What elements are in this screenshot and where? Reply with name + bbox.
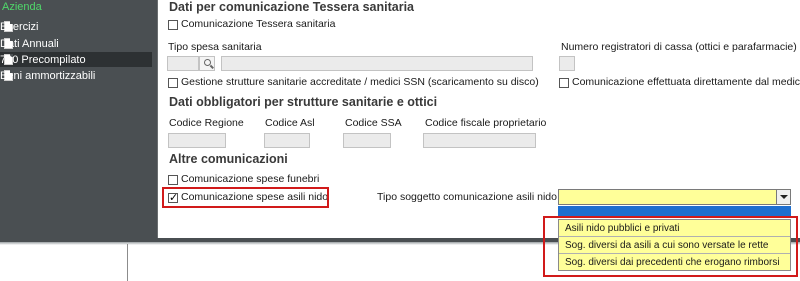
sidebar-header: Azienda	[2, 1, 42, 13]
codice-regione-field[interactable]	[168, 133, 226, 148]
sidebar-item-esercizi[interactable]: Esercizi	[0, 19, 152, 34]
codice-fiscale-field[interactable]	[423, 133, 536, 148]
sidebar-item-label: Dati Annuali	[0, 37, 59, 50]
tipo-soggetto-dropdown[interactable]	[558, 189, 791, 205]
codice-asl-field[interactable]	[264, 133, 310, 148]
comunicazione-diretta-label: Comunicazione effettuata direttamente da…	[572, 76, 800, 88]
sidebar-item-label: Beni ammortizzabili	[0, 69, 96, 82]
search-icon	[204, 59, 211, 66]
search-button[interactable]	[199, 56, 215, 71]
section-title-dati-obbligatori: Dati obbligatori per strutture sanitarie…	[169, 95, 438, 109]
section-title-tessera-sanitaria: Dati per comunicazione Tessera sanitaria	[169, 0, 415, 14]
numero-registratori-field[interactable]	[559, 56, 575, 71]
tipo-spesa-description-field[interactable]	[221, 56, 533, 71]
sidebar-item-730-precompilato[interactable]: 730 Precompilato	[0, 52, 152, 67]
comunicazione-ts-label: Comunicazione Tessera sanitaria	[181, 18, 336, 30]
codice-asl-label: Codice Asl	[265, 117, 315, 129]
sidebar-item-dati-annuali[interactable]: Dati Annuali	[0, 36, 152, 51]
codice-ssa-field[interactable]	[343, 133, 391, 148]
section-title-altre-comunicazioni: Altre comunicazioni	[169, 152, 288, 166]
codice-regione-label: Codice Regione	[169, 117, 244, 129]
gestione-strutture-label: Gestione strutture sanitarie accreditate…	[181, 76, 539, 88]
highlight-dropdown-options	[543, 216, 798, 277]
chevron-down-icon[interactable]	[776, 190, 790, 204]
spese-funebri-label: Comunicazione spese funebri	[181, 173, 320, 185]
spese-funebri-checkbox[interactable]	[168, 175, 178, 185]
numero-registratori-label: Numero registratori di cassa (ottici e p…	[561, 41, 797, 53]
codice-ssa-label: Codice SSA	[345, 117, 402, 129]
comunicazione-diretta-checkbox[interactable]	[559, 78, 569, 88]
tipo-spesa-code-field[interactable]	[167, 56, 199, 71]
tipo-soggetto-label: Tipo soggetto comunicazione asili nido	[377, 191, 557, 203]
background-divider	[127, 244, 128, 281]
sidebar-item-label: 730 Precompilato	[0, 53, 86, 66]
gestione-strutture-checkbox[interactable]	[168, 78, 178, 88]
sidebar: Azienda Esercizi Dati Annuali 730 Precom…	[0, 0, 152, 238]
sidebar-item-beni-ammortizzabili[interactable]: Beni ammortizzabili	[0, 68, 152, 83]
sidebar-item-label: Esercizi	[0, 20, 39, 33]
comunicazione-ts-checkbox[interactable]	[168, 20, 178, 30]
tipo-spesa-label: Tipo spesa sanitaria	[168, 41, 262, 53]
codice-fiscale-label: Codice fiscale proprietario	[425, 117, 547, 129]
highlight-asili-nido	[162, 187, 329, 208]
